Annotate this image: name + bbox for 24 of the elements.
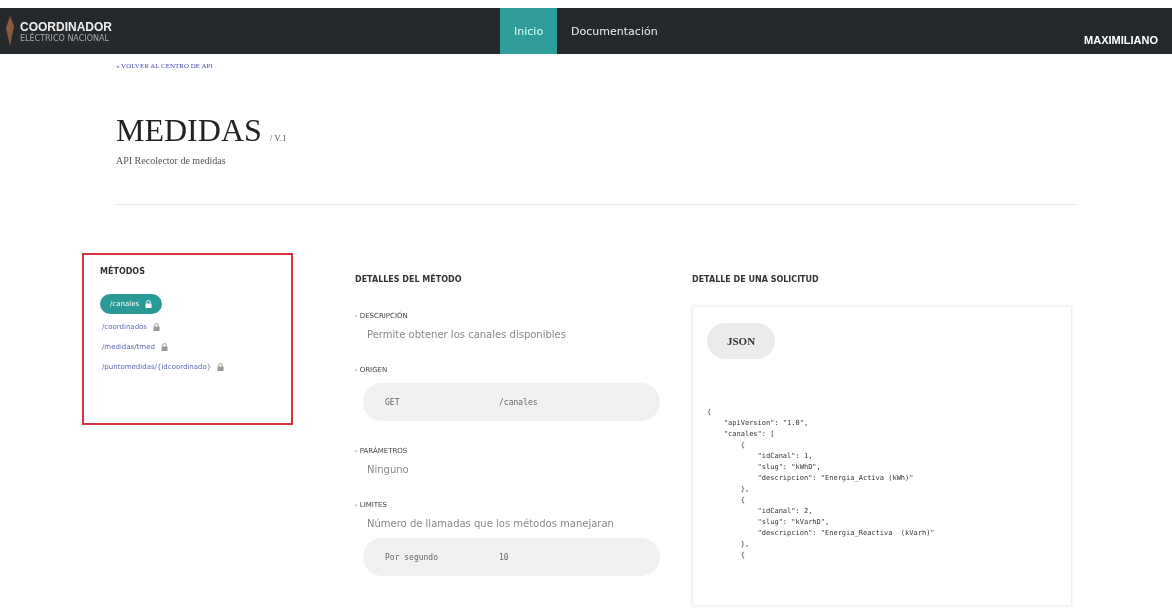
request-title: DETALLE DE UNA SOLICITUD [692,275,819,284]
version-label: / V.1 [269,133,287,143]
logo-subtitle: ELÉCTRICO NACIONAL [20,33,110,43]
pill-label: Por segundo [385,552,439,562]
pill-value: /canales [499,397,538,407]
lock-icon [217,363,225,371]
section-text: Permite obtener los canales disponibles [366,329,567,340]
lock-icon [160,343,168,351]
methods-title: MÉTODOS [100,267,145,276]
logo-title: COORDINADOR [20,19,112,34]
pill-value: 10 [499,552,509,562]
nav-tab[interactable]: Documentación [557,8,672,54]
pill-label: GET [385,397,401,407]
section-text: Ninguno [366,464,410,475]
format-tab[interactable]: JSON [707,323,776,359]
lock-icon [153,323,160,331]
nav-tab[interactable]: Inicio [500,8,558,54]
lock-icon [145,300,153,308]
logo-icon [6,16,14,46]
user-name[interactable]: MAXIMILIANO [1084,34,1158,54]
section-text: Número de llamadas que los métodos manejaran [366,518,615,529]
page-title: MEDIDAS [116,112,262,149]
details-title: DETALLES DEL MÉTODO [355,275,462,284]
page-subtitle: API Recolector de medidas [116,155,227,166]
